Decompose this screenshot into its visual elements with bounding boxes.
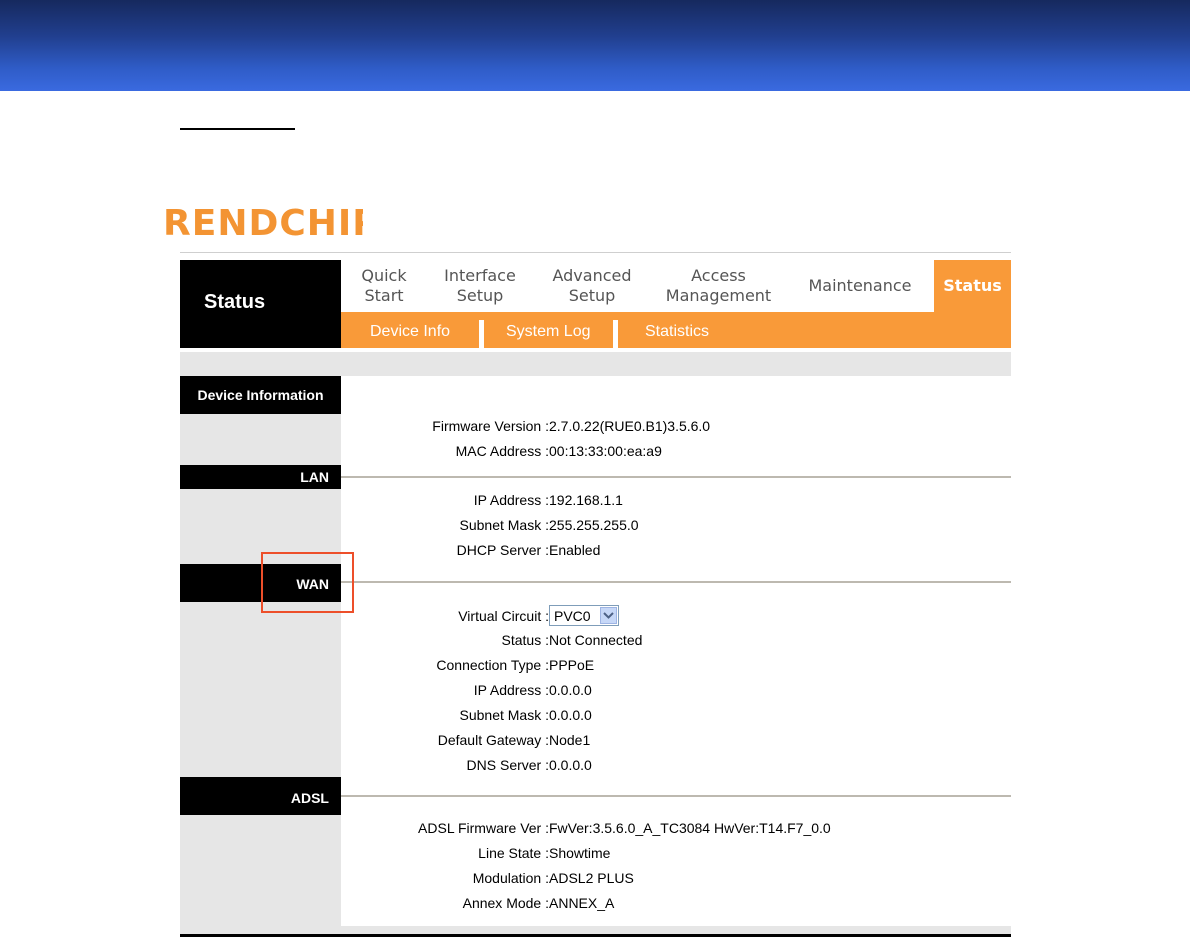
subnav-separator <box>613 320 618 348</box>
row-virtual-circuit: Virtual Circuit : PVC0 <box>341 604 1011 628</box>
nav-access-management[interactable]: Access Management <box>651 260 786 312</box>
bottom-border <box>180 934 1011 937</box>
subnav-separator <box>479 320 484 348</box>
row-mac-address: MAC Address : 00:13:33:00:ea:a9 <box>341 440 1011 462</box>
vc-value: PVC0 <box>554 608 591 624</box>
chevron-down-icon[interactable] <box>600 607 617 624</box>
brand-divider <box>180 252 1011 253</box>
nav-maintenance[interactable]: Maintenance <box>786 260 934 312</box>
vc-label: Virtual Circuit : <box>458 608 549 624</box>
dhcp-value: Enabled <box>549 542 601 558</box>
dhcp-label: DHCP Server : <box>456 542 549 558</box>
lan-mask-label: Subnet Mask : <box>459 517 550 533</box>
blank-underline <box>180 128 295 130</box>
nav-label: Setup <box>568 286 616 305</box>
firmware-value: 2.7.0.22(RUE0.B1)3.5.6.0 <box>549 418 711 434</box>
line-state-value: Showtime <box>549 845 611 861</box>
modulation-value: ADSL2 PLUS <box>549 870 634 886</box>
gateway-value: Node1 <box>549 732 591 748</box>
nav-label: Advanced <box>552 266 632 285</box>
subnav-device-info[interactable]: Device Info <box>370 312 450 348</box>
virtual-circuit-select[interactable]: PVC0 <box>549 605 619 626</box>
annex-value: ANNEX_A <box>549 895 615 911</box>
adsl-fw-value: FwVer:3.5.6.0_A_TC3084 HwVer:T14.F7_0.0 <box>549 820 831 836</box>
wan-ip-value: 0.0.0.0 <box>549 682 592 698</box>
subnav-statistics[interactable]: Statistics <box>645 312 709 348</box>
row-wan-mask: Subnet Mask : 0.0.0.0 <box>341 704 1011 726</box>
nav-label: Start <box>364 286 404 305</box>
nav-interface-setup[interactable]: Interface Setup <box>427 260 533 312</box>
lan-mask-value: 255.255.255.0 <box>549 517 639 533</box>
annex-label: Annex Mode : <box>462 895 549 911</box>
row-modulation: Modulation : ADSL2 PLUS <box>341 867 1011 889</box>
section-adsl: ADSL <box>180 777 341 815</box>
firmware-label: Firmware Version : <box>432 418 549 434</box>
wan-status-label: Status : <box>501 632 549 648</box>
row-dns-server: DNS Server : 0.0.0.0 <box>341 754 1011 776</box>
top-banner <box>0 0 1190 91</box>
row-wan-status: Status : Not Connected <box>341 629 1011 651</box>
row-adsl-firmware: ADSL Firmware Ver : FwVer:3.5.6.0_A_TC30… <box>341 817 1011 839</box>
nav-advanced-setup[interactable]: Advanced Setup <box>533 260 651 312</box>
subnav-system-log[interactable]: System Log <box>506 312 590 348</box>
header-spacer <box>180 352 1011 376</box>
wan-status-value: Not Connected <box>549 632 643 648</box>
row-firmware-version: Firmware Version : 2.7.0.22(RUE0.B1)3.5.… <box>341 415 1011 437</box>
wan-ip-label: IP Address : <box>473 682 549 698</box>
row-annex-mode: Annex Mode : ANNEX_A <box>341 892 1011 914</box>
section-divider <box>341 476 1011 478</box>
dns-label: DNS Server : <box>466 757 549 773</box>
row-lan-mask: Subnet Mask : 255.255.255.0 <box>341 514 1011 536</box>
nav-label: Maintenance <box>808 276 912 295</box>
row-dhcp-server: DHCP Server : Enabled <box>341 539 1011 561</box>
lan-ip-value: 192.168.1.1 <box>549 492 623 508</box>
lan-ip-label: IP Address : <box>473 492 549 508</box>
gateway-label: Default Gateway : <box>437 732 549 748</box>
section-divider <box>341 581 1011 583</box>
brand-logo: RENDCHIP <box>163 203 363 245</box>
row-default-gateway: Default Gateway : Node1 <box>341 729 1011 751</box>
bottom-spacer <box>341 926 1011 934</box>
highlight-box <box>261 552 354 613</box>
page-title: Status <box>204 291 266 313</box>
conn-type-label: Connection Type : <box>436 657 549 673</box>
nav-quick-start[interactable]: Quick Start <box>341 260 427 312</box>
section-lan: LAN <box>180 465 341 489</box>
adsl-fw-label: ADSL Firmware Ver : <box>418 820 549 836</box>
section-device-information: Device Information <box>180 376 341 414</box>
page-title-box: Status <box>180 260 341 348</box>
brand-logo-text: RENDCHIP <box>163 203 363 244</box>
mac-label: MAC Address : <box>455 443 549 459</box>
wan-mask-value: 0.0.0.0 <box>549 707 592 723</box>
wan-mask-label: Subnet Mask : <box>459 707 550 723</box>
section-divider <box>341 795 1011 797</box>
modulation-label: Modulation : <box>472 870 549 886</box>
mac-value: 00:13:33:00:ea:a9 <box>549 443 662 459</box>
row-wan-ip: IP Address : 0.0.0.0 <box>341 679 1011 701</box>
sub-nav: Device Info System Log Statistics <box>341 312 1011 348</box>
nav-label: Status <box>943 276 1002 295</box>
row-lan-ip: IP Address : 192.168.1.1 <box>341 489 1011 511</box>
nav-label: Quick <box>361 266 407 285</box>
dns-value: 0.0.0.0 <box>549 757 592 773</box>
nav-label: Interface <box>444 266 516 285</box>
nav-status[interactable]: Status <box>934 260 1011 312</box>
left-column <box>180 376 341 934</box>
line-state-label: Line State : <box>478 845 549 861</box>
conn-type-value: PPPoE <box>549 657 595 673</box>
row-line-state: Line State : Showtime <box>341 842 1011 864</box>
nav-label: Access <box>691 266 746 285</box>
nav-label: Management <box>665 286 772 305</box>
row-connection-type: Connection Type : PPPoE <box>341 654 1011 676</box>
main-nav: Quick Start Interface Setup Advanced Setup … <box>341 260 1011 312</box>
nav-label: Setup <box>456 286 504 305</box>
